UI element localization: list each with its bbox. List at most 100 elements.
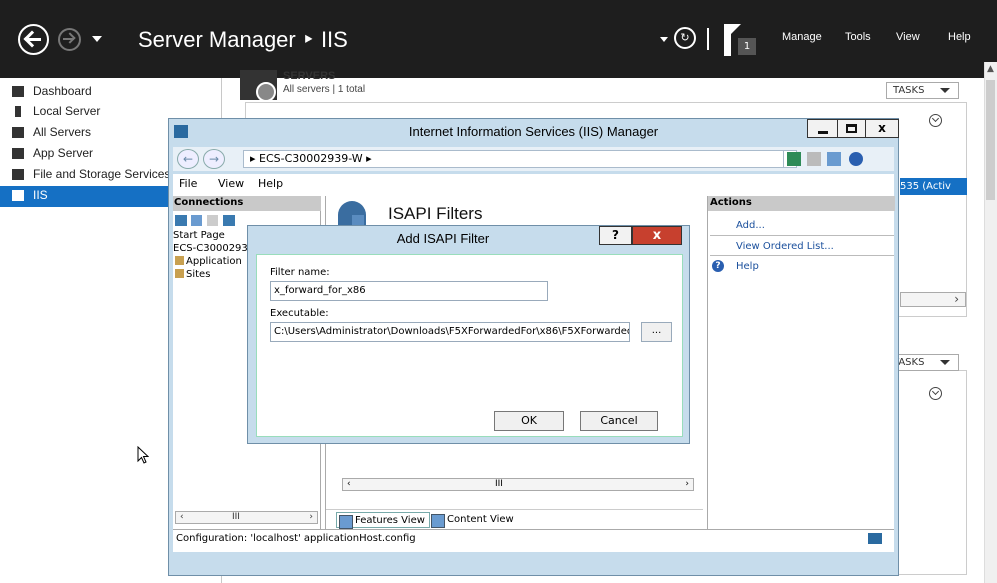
servers-icon: [12, 127, 24, 138]
menu-manage[interactable]: Manage: [782, 31, 822, 43]
expand-chevron-icon-2[interactable]: [929, 387, 942, 400]
close-button[interactable]: x: [865, 119, 899, 138]
forward-arrow-icon[interactable]: →: [203, 149, 225, 169]
go-icon[interactable]: [787, 152, 801, 166]
sidebar-item-dashboard[interactable]: Dashboard: [0, 82, 222, 103]
servers-horizontal-scrollbar[interactable]: [900, 292, 966, 307]
scroll-left-arrow-icon[interactable]: ‹: [180, 512, 184, 522]
scroll-left-arrow-icon[interactable]: ‹: [347, 479, 351, 489]
address-path[interactable]: ▸ ECS-C30002939-W ▸: [243, 150, 788, 168]
scrollbar-grip-icon[interactable]: III: [495, 479, 503, 489]
notifications-flag-icon[interactable]: [724, 24, 731, 56]
separator: [707, 28, 709, 50]
tree-item-label: Application: [186, 256, 242, 267]
filter-name-label: Filter name:: [270, 267, 330, 278]
help-icon: ?: [712, 260, 724, 272]
menu-file[interactable]: File: [179, 177, 197, 190]
action-divider: [710, 235, 894, 236]
scrollbar-thumb[interactable]: [986, 80, 995, 200]
scroll-right-arrow-icon[interactable]: ›: [309, 512, 313, 522]
dialog-close-button[interactable]: x: [632, 226, 682, 245]
add-isapi-filter-dialog: Add ISAPI Filter ? x Filter name: x_forw…: [247, 225, 690, 444]
dialog-title: Add ISAPI Filter: [396, 231, 490, 246]
notifications-flag-pennant: [731, 24, 741, 34]
server-manager-titlebar: Server Manager ‣ IIS ↻ 1 Manage Tools Vi…: [0, 0, 997, 78]
feature-title: ISAPI Filters: [388, 204, 483, 223]
menu-view[interactable]: View: [896, 31, 920, 43]
sidebar-item-label: App Server: [33, 146, 94, 160]
back-arrow-icon[interactable]: [18, 24, 49, 55]
tree-item-start-page[interactable]: Start Page: [173, 230, 225, 241]
up-icon[interactable]: [207, 215, 218, 226]
actions-pane: Actions Add... View Ordered List... ? He…: [707, 196, 895, 529]
minimize-button[interactable]: [807, 119, 838, 138]
scroll-right-arrow-icon[interactable]: ›: [685, 479, 689, 489]
scroll-up-arrow-icon[interactable]: ▲: [987, 64, 994, 74]
filter-name-input[interactable]: x_forward_for_x86: [270, 281, 548, 301]
breadcrumb: Server Manager ‣ IIS: [138, 27, 348, 52]
view-tabs: Features View Content View: [326, 509, 703, 529]
iis-icon: [12, 190, 24, 201]
tree-item-sites[interactable]: Sites: [175, 269, 210, 280]
server-icon: [15, 106, 21, 117]
dialog-help-button[interactable]: ?: [599, 226, 632, 245]
tab-content-view[interactable]: Content View: [429, 512, 514, 528]
menu-help[interactable]: Help: [258, 177, 283, 190]
back-arrow-icon[interactable]: ←: [177, 149, 199, 169]
tree-item-application-pools[interactable]: Application: [175, 256, 242, 267]
iis-titlebar[interactable]: Internet Information Services (IIS) Mana…: [169, 119, 899, 145]
status-text: Configuration: 'localhost' applicationHo…: [176, 533, 416, 544]
delete-connection-icon[interactable]: [223, 215, 235, 226]
network-status-icon: [868, 533, 882, 544]
servers-title: SERVERS: [283, 70, 336, 82]
tree-item-label: Start Page: [173, 230, 225, 241]
menu-tools[interactable]: Tools: [845, 31, 871, 43]
save-icon[interactable]: [191, 215, 202, 226]
menu-bar: File View Help: [173, 174, 894, 196]
app-server-icon: [12, 148, 24, 159]
home-icon[interactable]: [827, 152, 841, 166]
action-help[interactable]: Help: [736, 261, 759, 272]
executable-input[interactable]: C:\Users\Administrator\Downloads\F5XForw…: [270, 322, 630, 342]
action-view-ordered-list[interactable]: View Ordered List...: [736, 241, 834, 252]
tasks-dropdown[interactable]: TASKS: [886, 82, 959, 99]
close-icon: x: [878, 121, 886, 135]
application-pools-icon: [175, 256, 184, 265]
iis-window-title: Internet Information Services (IIS) Mana…: [408, 124, 659, 139]
action-add[interactable]: Add...: [736, 220, 765, 231]
help-icon[interactable]: [849, 152, 863, 166]
maximize-icon: [846, 124, 857, 133]
menu-view[interactable]: View: [218, 177, 244, 190]
tab-features-view[interactable]: Features View: [336, 512, 430, 529]
tree-item-label: ECS-C30002939: [173, 243, 255, 254]
connect-icon[interactable]: [175, 215, 187, 226]
forward-arrow-icon[interactable]: [58, 28, 81, 51]
connections-header: Connections: [173, 196, 321, 211]
scrollbar-grip-icon[interactable]: III: [232, 512, 240, 522]
cancel-button[interactable]: Cancel: [580, 411, 658, 431]
tree-item-label: Sites: [186, 269, 211, 280]
menu-help[interactable]: Help: [948, 31, 971, 43]
list-horizontal-scrollbar[interactable]: ‹ III ›: [342, 478, 694, 491]
server-row-selected[interactable]: 535 (Activ: [900, 178, 967, 195]
refresh-icon[interactable]: ↻: [674, 27, 696, 49]
servers-subtitle: All servers | 1 total: [283, 84, 366, 95]
refresh-dropdown-icon[interactable]: [660, 37, 668, 42]
minimize-icon: [818, 131, 828, 134]
stop-icon[interactable]: [807, 152, 821, 166]
mouse-pointer-icon: [137, 446, 149, 464]
actions-header: Actions: [708, 196, 895, 211]
browse-button[interactable]: ...: [641, 322, 672, 342]
sites-icon: [175, 269, 184, 278]
executable-label: Executable:: [270, 308, 329, 319]
history-dropdown-icon[interactable]: [92, 36, 102, 42]
tree-item-server[interactable]: ECS-C30002939: [173, 243, 254, 254]
connections-horizontal-scrollbar[interactable]: ‹ III ›: [175, 511, 318, 524]
address-bar: ← → ▸ ECS-C30002939-W ▸: [173, 147, 894, 171]
expand-chevron-icon[interactable]: [929, 114, 942, 127]
dashboard-icon: [12, 86, 24, 97]
maximize-button[interactable]: [837, 119, 866, 138]
dialog-body: Filter name: x_forward_for_x86 Executabl…: [256, 254, 683, 437]
sidebar-item-label: Local Server: [33, 104, 101, 118]
ok-button[interactable]: OK: [494, 411, 564, 431]
